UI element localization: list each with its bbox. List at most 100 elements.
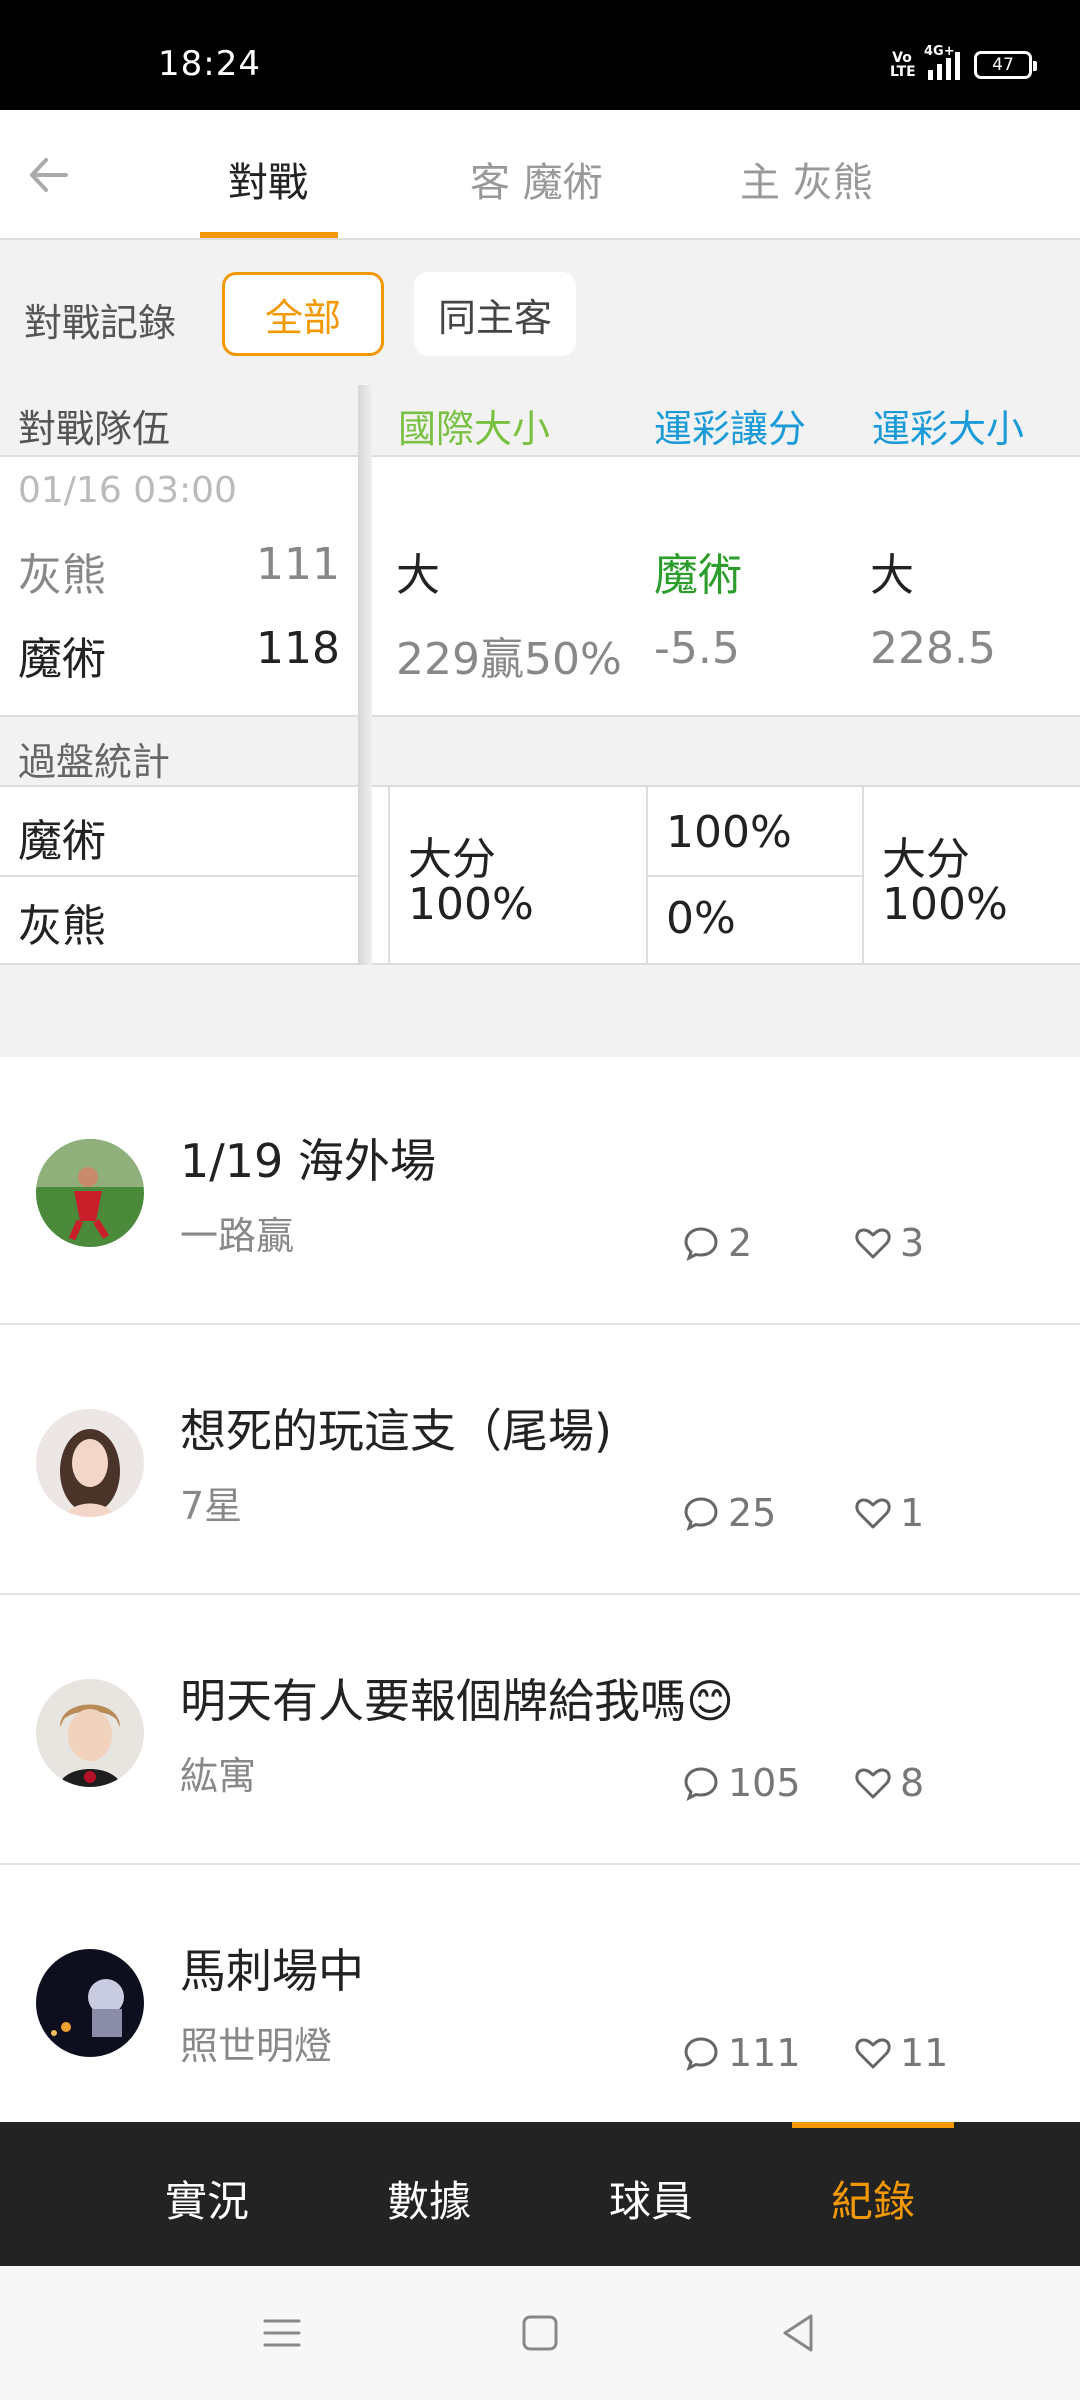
tab-away-team[interactable]: 客 魔術: [470, 150, 603, 208]
comment-icon: [684, 1497, 718, 1531]
team1-score: 111: [256, 539, 340, 590]
list-item[interactable]: 想死的玩這支（尾場) 7星 25 1: [0, 1327, 1080, 1595]
like-count[interactable]: 8: [854, 1761, 924, 1805]
back-icon[interactable]: [771, 2306, 825, 2360]
team2-name: 魔術: [18, 634, 106, 685]
bottom-tab-indicator: [792, 2122, 954, 2128]
filter-chip-same-venue[interactable]: 同主客: [414, 272, 576, 356]
status-icons: Vo LTE 4G+ 47: [890, 44, 1037, 80]
status-time: 18:24: [158, 44, 261, 84]
post-author[interactable]: 7星: [180, 1475, 242, 1530]
tab-matchup[interactable]: 對戰: [228, 150, 308, 208]
home-icon[interactable]: [513, 2306, 567, 2360]
stats-spread-team1: 100%: [666, 807, 792, 858]
volte-icon: Vo LTE: [890, 50, 916, 80]
spread-team: 魔術: [654, 550, 742, 601]
post-title[interactable]: 1/19 海外場: [180, 1125, 436, 1191]
comment-count[interactable]: 105: [682, 1761, 801, 1805]
section-gap: [0, 965, 1080, 1057]
avatar[interactable]: [36, 1679, 144, 1787]
bottom-tab-bar: 實況 數據 球員 紀錄: [0, 2122, 1080, 2266]
stats-header: 過盤統計: [0, 715, 1080, 787]
divider: [388, 787, 390, 963]
heart-icon: [855, 2038, 891, 2069]
post-author[interactable]: 一路贏: [180, 1205, 294, 1260]
back-arrow-icon[interactable]: [22, 148, 76, 202]
stats-ou-label: 大分: [882, 834, 970, 885]
table-header: 對戰隊伍 國際大小 運彩讓分 運彩大小: [0, 385, 1080, 457]
filter-bar: 對戰記錄 全部 同主客: [0, 240, 1080, 385]
stats-intl-pct: 100%: [408, 879, 534, 930]
heart-icon: [855, 1498, 891, 1529]
header-teams: 對戰隊伍: [18, 407, 171, 451]
status-bar: 18:24 Vo LTE 4G+ 47: [0, 0, 1080, 110]
network-type: 4G+: [924, 44, 955, 59]
bottom-tab-records[interactable]: 紀錄: [831, 2168, 915, 2229]
bottom-tab-players[interactable]: 球員: [609, 2168, 693, 2229]
comment-count-value: 105: [728, 1761, 801, 1805]
stats-team2: 灰熊: [18, 901, 106, 952]
spread-value: -5.5: [654, 623, 740, 674]
header-intl-ou: 國際大小: [398, 407, 551, 451]
system-nav-bar: [0, 2266, 1080, 2400]
avatar[interactable]: [36, 1139, 144, 1247]
comment-count[interactable]: 2: [682, 1221, 752, 1265]
avatar[interactable]: [36, 1949, 144, 2057]
divider: [862, 787, 864, 963]
comment-count-value: 2: [728, 1221, 753, 1265]
post-title[interactable]: 想死的玩這支（尾場): [180, 1395, 612, 1461]
stats-ou-pct: 100%: [882, 879, 1008, 930]
like-count[interactable]: 1: [854, 1491, 924, 1535]
divider: [646, 875, 862, 877]
tab-indicator: [200, 232, 338, 238]
avatar[interactable]: [36, 1409, 144, 1517]
post-title[interactable]: 馬刺場中: [180, 1935, 364, 2001]
ou-result: 大: [870, 550, 914, 601]
signal-icon: 4G+: [924, 44, 960, 80]
filter-label: 對戰記錄: [24, 301, 177, 345]
post-title[interactable]: 明天有人要報個牌給我嗎😊: [180, 1665, 734, 1731]
bottom-tab-live[interactable]: 實況: [165, 2168, 249, 2229]
match-date: 01/16 03:00: [18, 470, 237, 511]
battery-level: 47: [992, 55, 1014, 75]
heart-icon: [855, 1768, 891, 1799]
list-item[interactable]: 1/19 海外場 一路贏 2 3: [0, 1057, 1080, 1325]
like-count-value: 8: [900, 1761, 925, 1805]
stats-team1: 魔術: [18, 816, 106, 867]
like-count-value: 1: [900, 1491, 925, 1535]
list-item[interactable]: 馬刺場中 照世明燈 111 11: [0, 1867, 1080, 2122]
tab-home-team[interactable]: 主 灰熊: [740, 150, 873, 208]
like-count-value: 11: [900, 2031, 949, 2075]
menu-icon[interactable]: [255, 2306, 309, 2360]
like-count[interactable]: 3: [854, 1221, 924, 1265]
heart-icon: [855, 1228, 891, 1259]
top-nav: 對戰 客 魔術 主 灰熊: [0, 110, 1080, 240]
intl-result: 大: [396, 550, 440, 601]
comment-count[interactable]: 111: [682, 2031, 801, 2075]
comment-icon: [684, 2037, 718, 2071]
stats-spread-team2: 0%: [666, 893, 736, 944]
comment-icon: [684, 1767, 718, 1801]
like-count-value: 3: [900, 1221, 925, 1265]
header-ou: 運彩大小: [872, 407, 1025, 451]
team1-name: 灰熊: [18, 550, 106, 601]
team2-score: 118: [256, 623, 340, 674]
matchup-table: 對戰隊伍 國際大小 運彩讓分 運彩大小 01/16 03:00 灰熊 111 魔…: [0, 385, 1080, 965]
battery-icon: 47: [974, 51, 1037, 79]
post-author[interactable]: 紘寓: [180, 1745, 256, 1800]
stats-intl-label: 大分: [408, 834, 496, 885]
post-author[interactable]: 照世明燈: [180, 2015, 332, 2070]
header-spread: 運彩讓分: [654, 407, 807, 451]
ou-value: 228.5: [870, 623, 996, 674]
stats-label: 過盤統計: [18, 740, 171, 784]
divider: [0, 875, 372, 877]
comment-count[interactable]: 25: [682, 1491, 776, 1535]
like-count[interactable]: 11: [854, 2031, 948, 2075]
bottom-tab-stats[interactable]: 數據: [387, 2168, 471, 2229]
filter-chip-all[interactable]: 全部: [222, 272, 384, 356]
sticky-column-shadow: [358, 385, 372, 965]
comment-count-value: 111: [728, 2031, 801, 2075]
intl-detail: 229贏50%: [396, 634, 622, 685]
list-item[interactable]: 明天有人要報個牌給我嗎😊 紘寓 105 8: [0, 1597, 1080, 1865]
comment-count-value: 25: [728, 1491, 777, 1535]
